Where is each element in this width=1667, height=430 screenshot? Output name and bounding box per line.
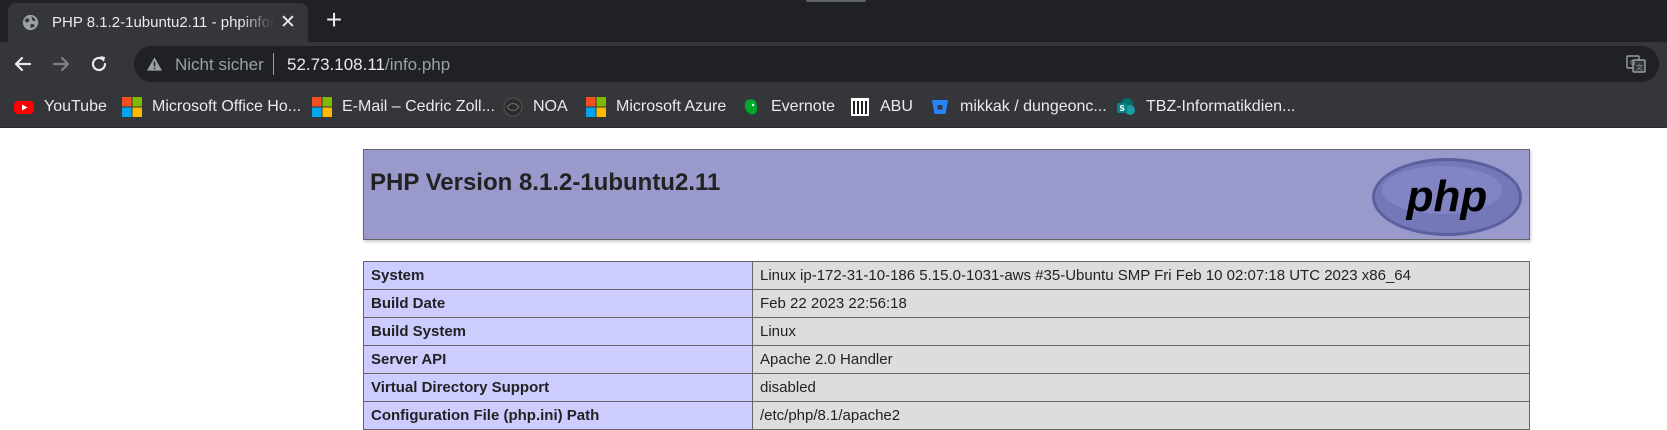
microsoft-icon [586,97,606,117]
warning-triangle-icon[interactable] [146,56,163,72]
php-version-header: PHP Version 8.1.2-1ubuntu2.11 php [363,149,1530,240]
bookmark-label: ABU [880,98,913,115]
bookmark-label: mikkak / dungeonc... [960,98,1107,115]
address-bar[interactable]: Nicht sicher 52.73.108.11/info.php G 文 [134,46,1659,82]
security-status-label[interactable]: Nicht sicher [175,55,264,75]
tab-strip: PHP 8.1.2-1ubuntu2.11 - phpinfo() ✕ + [0,0,1667,42]
row-key: Configuration File (php.ini) Path [363,401,753,430]
url-text[interactable]: 52.73.108.11/info.php [287,55,450,75]
row-key: Virtual Directory Support [363,373,753,402]
php-logo[interactable]: php [1370,156,1524,238]
noa-icon [503,97,523,117]
bookmark-evernote[interactable]: Evernote [741,96,835,118]
bookmark-label: Microsoft Office Ho... [152,98,302,115]
bookmark-youtube[interactable]: YouTube [14,96,107,118]
tab-title: PHP 8.1.2-1ubuntu2.11 - phpinfo() [52,14,274,31]
table-row: Build Date Feb 22 2023 22:56:18 [363,289,1530,318]
table-row: Server API Apache 2.0 Handler [363,345,1530,374]
bookmark-noa[interactable]: NOA [503,96,568,118]
page-content: PHP Version 8.1.2-1ubuntu2.11 php System… [0,128,1667,430]
new-tab-button[interactable]: + [322,6,346,34]
row-key: Build Date [363,289,753,318]
row-value: /etc/php/8.1/apache2 [752,401,1530,430]
close-tab-icon[interactable]: ✕ [278,13,298,33]
browser-toolbar: Nicht sicher 52.73.108.11/info.php G 文 [0,42,1667,86]
table-row: Configuration File (php.ini) Path /etc/p… [363,401,1530,430]
php-logo-text: php [1406,172,1488,221]
bookmark-microsoft-office[interactable]: Microsoft Office Ho... [122,96,301,118]
row-key: Build System [363,317,753,346]
window-drag-indicator[interactable] [806,0,866,2]
row-value: Linux [752,317,1530,346]
evernote-icon [744,99,757,115]
row-key: Server API [363,345,753,374]
bookmark-label: E-Mail – Cedric Zoll... [342,98,495,115]
youtube-icon [14,101,34,114]
translate-icon[interactable]: G 文 [1626,55,1646,73]
globe-icon [22,14,39,31]
bookmark-tbz-sharepoint[interactable]: S TBZ-Informatikdien... [1116,96,1295,118]
forward-arrow-icon[interactable] [48,51,74,77]
bookmark-bitbucket[interactable]: mikkak / dungeonc... [930,96,1107,118]
active-tab[interactable]: PHP 8.1.2-1ubuntu2.11 - phpinfo() ✕ [8,3,308,42]
table-row: System Linux ip-172-31-10-186 5.15.0-103… [363,261,1530,290]
bitbucket-icon [932,100,948,114]
abu-icon [851,98,869,116]
back-arrow-icon[interactable] [10,51,36,77]
omnibox-separator [273,53,274,75]
table-row: Virtual Directory Support disabled [363,373,1530,402]
bookmark-label: TBZ-Informatikdien... [1146,98,1296,115]
svg-text:S: S [1119,104,1125,113]
row-value: Apache 2.0 Handler [752,345,1530,374]
php-info-table: System Linux ip-172-31-10-186 5.15.0-103… [363,261,1530,430]
bookmark-label: NOA [533,98,568,115]
url-host: 52.73.108.11 [287,55,385,74]
table-row: Build System Linux [363,317,1530,346]
row-value: Linux ip-172-31-10-186 5.15.0-1031-aws #… [752,261,1530,290]
row-value: disabled [752,373,1530,402]
svg-text:G: G [1630,59,1635,67]
url-path: /info.php [385,55,451,74]
svg-text:文: 文 [1636,63,1643,72]
bookmark-label: Microsoft Azure [616,98,727,115]
row-value: Feb 22 2023 22:56:18 [752,289,1530,318]
bookmark-email[interactable]: E-Mail – Cedric Zoll... [312,96,495,118]
page-title: PHP Version 8.1.2-1ubuntu2.11 [370,169,721,196]
bookmark-microsoft-azure[interactable]: Microsoft Azure [586,96,726,118]
bookmark-label: YouTube [44,98,107,115]
row-key: System [363,261,753,290]
bookmark-label: Evernote [771,98,836,115]
sharepoint-icon: S [1117,98,1135,115]
bookmarks-bar: YouTube Microsoft Office Ho... E-Mail – … [0,86,1667,128]
microsoft-icon [122,97,142,117]
microsoft-icon [312,97,332,117]
reload-icon[interactable] [86,51,112,77]
bookmark-abu[interactable]: ABU [850,96,913,118]
